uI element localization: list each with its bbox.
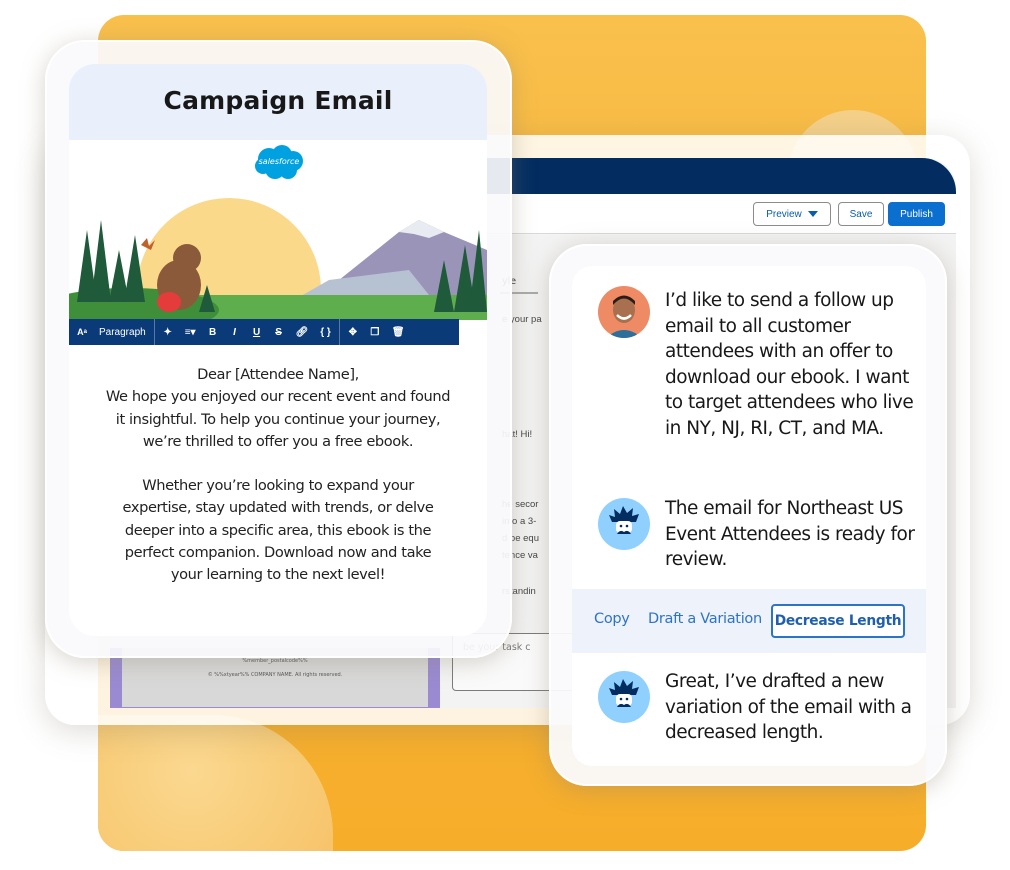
campaign-hero-illustration bbox=[69, 198, 487, 320]
ai-chat-card: I’d like to send a follow up email to al… bbox=[572, 266, 926, 766]
background-texture-blob bbox=[98, 715, 333, 851]
campaign-card-header: Campaign Email bbox=[69, 64, 487, 140]
format-style-group: Aa Paragraph bbox=[69, 319, 155, 345]
campaign-title: Campaign Email bbox=[163, 86, 393, 115]
chevron-down-icon bbox=[807, 211, 818, 217]
save-button[interactable]: Save bbox=[838, 202, 884, 226]
einstein-icon bbox=[609, 679, 639, 707]
text-style-icon: Aa bbox=[77, 327, 87, 337]
code-braces-icon[interactable]: { } bbox=[320, 327, 331, 338]
footer-copyright-line: © %%xtyear%% COMPANY NAME. All rights re… bbox=[207, 672, 343, 678]
chat-message-text: I’d like to send a follow up email to al… bbox=[665, 290, 914, 439]
email-paragraph: We hope you enjoyed our recent event and… bbox=[105, 388, 451, 450]
chat-message-text: Great, I’ve drafted a new variation of t… bbox=[665, 671, 912, 744]
chat-action-bar: Copy Draft a Variation Decrease Length bbox=[572, 589, 926, 653]
underline-icon[interactable]: U bbox=[252, 327, 262, 338]
email-paragraph: Whether you’re looking to expand your ex… bbox=[122, 477, 434, 584]
publish-button[interactable]: Publish bbox=[888, 202, 945, 226]
paragraph-style-dropdown[interactable]: Paragraph bbox=[99, 327, 146, 338]
strikethrough-icon[interactable]: S bbox=[274, 327, 284, 338]
einstein-avatar bbox=[598, 671, 650, 723]
preview-label: Preview bbox=[766, 208, 802, 220]
move-icon[interactable]: ✥ bbox=[348, 327, 358, 338]
text-format-toolbar: Aa Paragraph ✦ ≡▾ B I U S 🔗︎ { } ✥ ❐ 🗑︎ bbox=[69, 319, 459, 345]
link-icon[interactable]: 🔗︎ bbox=[296, 327, 309, 338]
chat-message-text: The email for Northeast US Event Attende… bbox=[665, 498, 915, 571]
email-body[interactable]: Dear [Attendee Name], We hope you enjoye… bbox=[69, 364, 487, 609]
ai-sparkle-icon[interactable]: ✦ bbox=[163, 327, 173, 338]
salesforce-logo-text: salesforce bbox=[258, 157, 300, 166]
campaign-email-card: Campaign Email salesforce A a Paragraph … bbox=[69, 64, 487, 636]
format-text-group: ✦ ≡▾ B I U S 🔗︎ { } bbox=[155, 319, 340, 345]
delete-icon[interactable]: 🗑︎ bbox=[392, 327, 405, 338]
footer-postal-line: %member_postalcode%% bbox=[242, 658, 308, 664]
copy-button[interactable]: Copy bbox=[594, 611, 630, 627]
draft-variation-button[interactable]: Draft a Variation bbox=[648, 611, 762, 627]
user-avatar bbox=[598, 286, 650, 338]
email-greeting: Dear [Attendee Name], bbox=[197, 366, 359, 383]
person-icon bbox=[606, 295, 642, 338]
character-backpack bbox=[157, 292, 181, 312]
duplicate-icon[interactable]: ❐ bbox=[370, 327, 380, 338]
bold-icon[interactable]: B bbox=[208, 327, 218, 338]
format-block-group: ✥ ❐ 🗑︎ bbox=[340, 319, 413, 345]
italic-icon[interactable]: I bbox=[230, 327, 240, 338]
salesforce-logo: salesforce bbox=[253, 144, 305, 182]
character-head bbox=[173, 244, 201, 272]
preview-button[interactable]: Preview bbox=[753, 202, 831, 226]
einstein-avatar bbox=[598, 498, 650, 550]
einstein-icon bbox=[609, 506, 639, 534]
decrease-length-button[interactable]: Decrease Length bbox=[771, 604, 905, 638]
align-icon[interactable]: ≡▾ bbox=[185, 327, 196, 338]
